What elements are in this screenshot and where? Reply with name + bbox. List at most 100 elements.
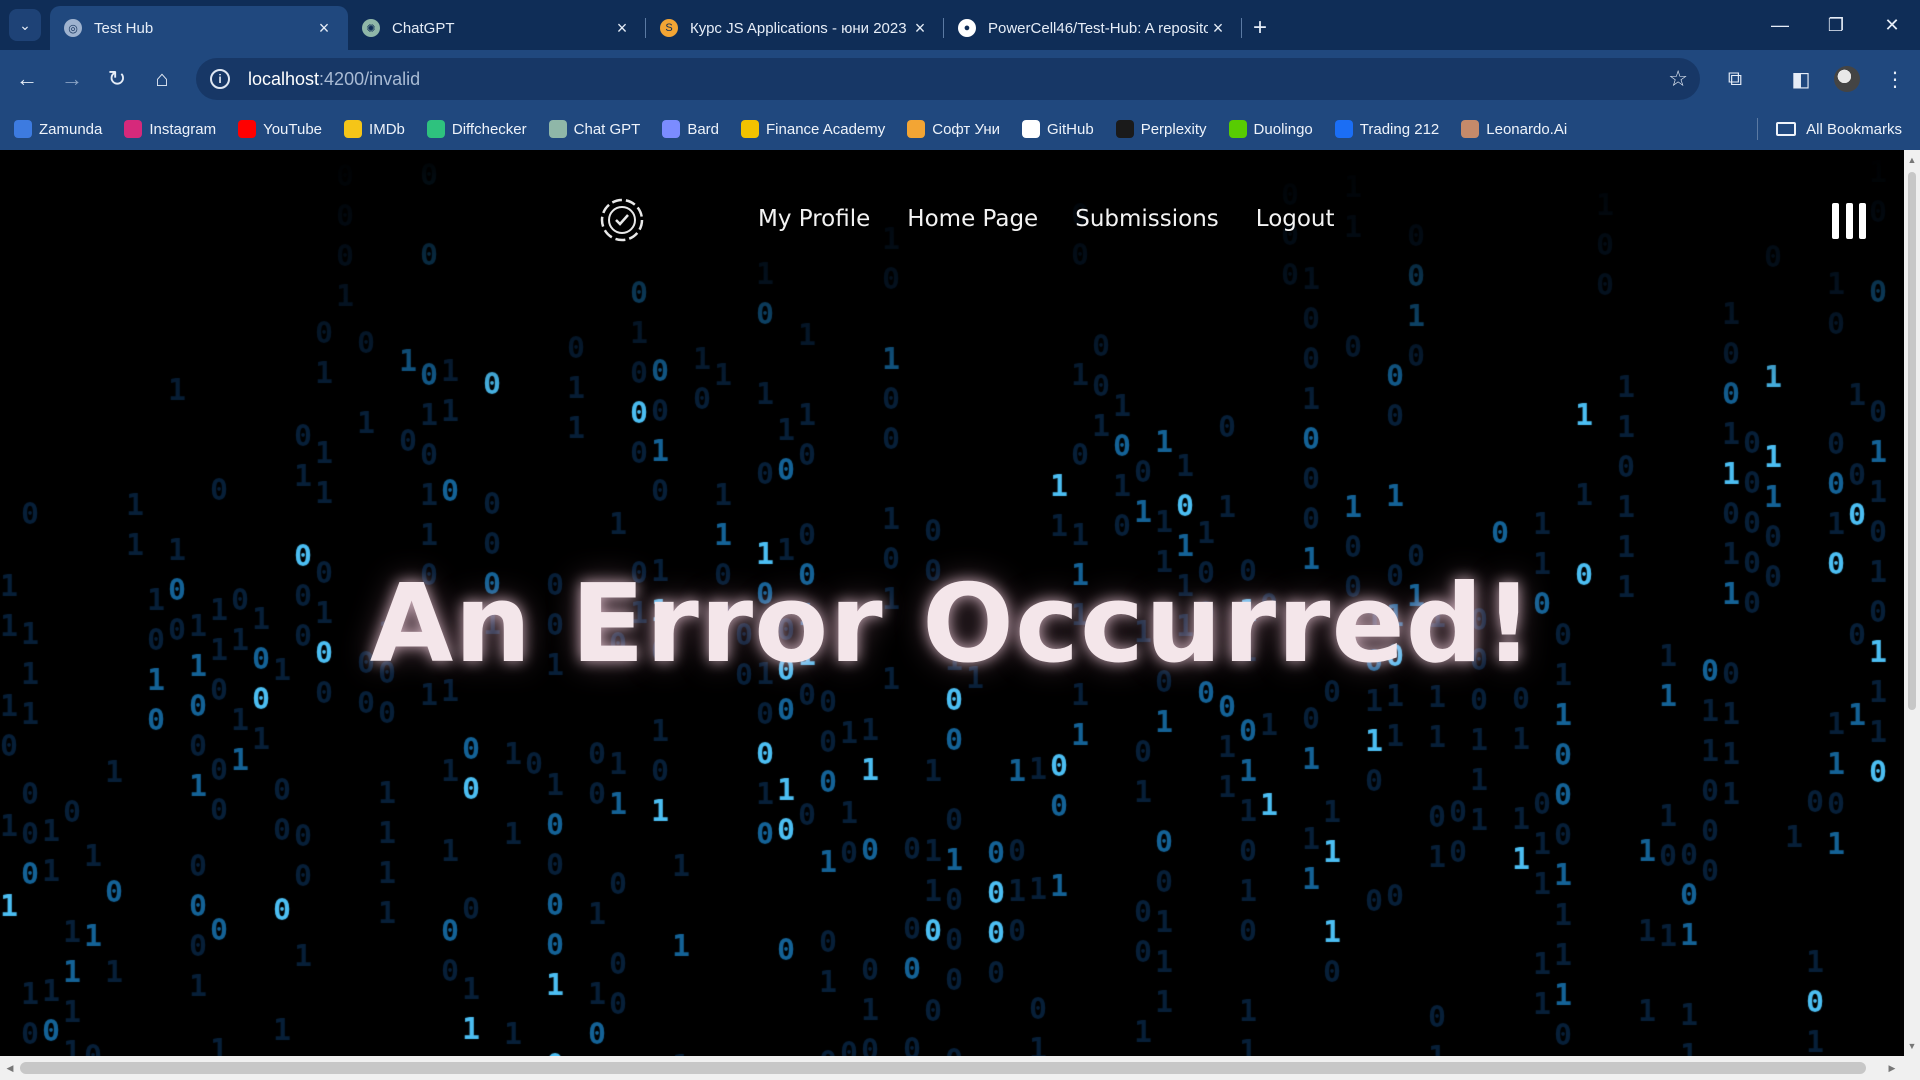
bookmark-label: Diffchecker (451, 120, 527, 138)
bookmark-label: IMDb (369, 120, 405, 138)
tab-github[interactable]: ● PowerCell46/Test-Hub: A repository × (944, 6, 1242, 50)
bookmark-label: Instagram (149, 120, 217, 138)
close-icon[interactable]: × (612, 18, 632, 38)
scroll-left-icon[interactable]: ◀ (2, 1060, 18, 1076)
bookmark-label: Chat GPT (573, 120, 641, 138)
softuni-favicon: S (660, 19, 678, 37)
bookmark-perplexity[interactable]: Perplexity (1115, 120, 1207, 138)
reload-icon: ↻ (107, 66, 127, 91)
all-bookmarks-label: All Bookmarks (1806, 120, 1902, 138)
scroll-up-icon[interactable]: ▲ (1904, 152, 1920, 168)
close-window-button[interactable]: ✕ (1864, 0, 1920, 50)
bookmark-zamunda[interactable]: Zamunda (14, 120, 102, 138)
minimize-button[interactable]: — (1752, 0, 1808, 50)
window-controls: — ❐ ✕ (1752, 0, 1920, 50)
scroll-down-icon[interactable]: ▼ (1904, 1038, 1920, 1054)
site-info-icon[interactable]: i (210, 69, 230, 89)
tab-search-button[interactable]: ⌄ (9, 9, 41, 41)
bookmark-bard[interactable]: Bard (662, 120, 719, 138)
puzzle-icon: ⧉ (1727, 67, 1743, 90)
github-icon (1022, 120, 1040, 138)
tab-title: PowerCell46/Test-Hub: A repository (988, 19, 1208, 37)
vertical-scroll-thumb[interactable] (1908, 172, 1916, 710)
tab-title: ChatGPT (392, 19, 455, 37)
horizontal-scrollbar[interactable]: ◀ ▶ (0, 1056, 1920, 1080)
instagram-icon (124, 120, 143, 138)
browser-toolbar: ← → ↻ ⌂ i localhost:4200/invalid ☆ ⧉ ◧ ⋮ (0, 50, 1920, 108)
horizontal-scroll-thumb[interactable] (20, 1062, 1866, 1074)
finance-academy-icon (741, 120, 760, 138)
bookmark-softuni[interactable]: Софт Уни (907, 120, 1000, 138)
github-favicon: ● (958, 19, 976, 37)
bookmark-youtube[interactable]: YouTube (238, 120, 322, 138)
side-panel-icon: ◧ (1791, 68, 1811, 91)
bookmark-github[interactable]: GitHub (1022, 120, 1094, 138)
close-icon[interactable]: × (910, 18, 930, 38)
zamunda-icon (14, 120, 32, 138)
bookmark-leonardo[interactable]: Leonardo.Ai (1461, 120, 1567, 138)
extensions-button[interactable]: ⧉ (1718, 62, 1752, 96)
scroll-right-icon[interactable]: ▶ (1884, 1060, 1900, 1076)
folder-icon (1776, 122, 1797, 136)
perplexity-icon (1115, 120, 1134, 138)
close-icon: ✕ (1884, 14, 1900, 35)
bookmark-label: Zamunda (39, 120, 103, 138)
bookmark-imdb[interactable]: IMDb (344, 120, 405, 138)
close-icon[interactable]: × (1208, 18, 1228, 38)
error-headline: An Error Occurred! (369, 562, 1535, 687)
bookmark-instagram[interactable]: Instagram (124, 120, 216, 138)
nav-home-page[interactable]: Home Page (907, 204, 1038, 234)
bookmark-label: Duolingo (1253, 120, 1313, 138)
arrow-right-icon: → (61, 66, 83, 91)
reload-button[interactable]: ↻ (100, 62, 134, 96)
hamburger-menu-icon[interactable] (1832, 203, 1866, 239)
duolingo-icon (1228, 120, 1247, 138)
nav-logout[interactable]: Logout (1256, 204, 1335, 234)
bookmark-star-icon[interactable]: ☆ (1668, 66, 1688, 92)
forward-button[interactable]: → (55, 62, 89, 96)
side-panel-button[interactable]: ◧ (1784, 62, 1818, 96)
tab-test-hub[interactable]: ◎ Test Hub × (50, 6, 348, 50)
plus-icon: + (1252, 14, 1267, 41)
test-hub-logo-icon[interactable] (598, 196, 646, 244)
home-button[interactable]: ⌂ (145, 62, 179, 96)
all-bookmarks-button[interactable]: All Bookmarks (1757, 108, 1902, 150)
site-header: My Profile Home Page Submissions Logout (0, 150, 1904, 290)
tab-chatgpt[interactable]: ✺ ChatGPT × (348, 6, 646, 50)
kebab-menu-icon: ⋮ (1885, 68, 1905, 91)
bookmark-chatgpt[interactable]: Chat GPT (548, 120, 641, 138)
bookmark-finance-academy[interactable]: Finance Academy (741, 120, 885, 138)
url-host: localhost (248, 68, 320, 89)
minimize-icon: — (1771, 14, 1789, 35)
chatgpt-icon (548, 120, 567, 138)
nav-submissions[interactable]: Submissions (1075, 204, 1219, 234)
bookmarks-bar: Zamunda Instagram YouTube IMDb Diffchecker Ch… (0, 108, 1920, 150)
vertical-scrollbar[interactable]: ▲ ▼ (1904, 150, 1920, 1056)
trading212-icon (1334, 120, 1353, 138)
imdb-icon (344, 120, 363, 138)
bard-icon (662, 120, 681, 138)
bookmark-label: Perplexity (1140, 120, 1207, 138)
back-button[interactable]: ← (10, 62, 44, 96)
tab-softuni[interactable]: S Курс JS Applications - юни 2023 × (646, 6, 944, 50)
bookmark-diffchecker[interactable]: Diffchecker (426, 120, 527, 138)
close-icon[interactable]: × (314, 18, 334, 38)
bookmark-trading212[interactable]: Trading 212 (1334, 120, 1440, 138)
bookmark-label: GitHub (1047, 120, 1094, 138)
profile-avatar[interactable] (1834, 66, 1860, 92)
arrow-left-icon: ← (16, 66, 38, 91)
bookmark-label: Trading 212 (1359, 120, 1440, 138)
page-viewport: My Profile Home Page Submissions Logout … (0, 150, 1904, 1056)
diffchecker-icon (426, 120, 445, 138)
bookmark-label: Bard (687, 120, 720, 138)
url-path: :4200/invalid (319, 68, 421, 89)
test-hub-favicon: ◎ (64, 19, 82, 37)
restore-icon: ❐ (1827, 14, 1845, 35)
menu-button[interactable]: ⋮ (1878, 62, 1912, 96)
chatgpt-favicon: ✺ (362, 19, 380, 37)
nav-my-profile[interactable]: My Profile (758, 204, 870, 234)
new-tab-button[interactable]: + (1242, 6, 1278, 50)
bookmark-duolingo[interactable]: Duolingo (1228, 120, 1313, 138)
address-bar[interactable]: i localhost:4200/invalid ☆ (196, 58, 1700, 100)
restore-button[interactable]: ❐ (1808, 0, 1864, 50)
